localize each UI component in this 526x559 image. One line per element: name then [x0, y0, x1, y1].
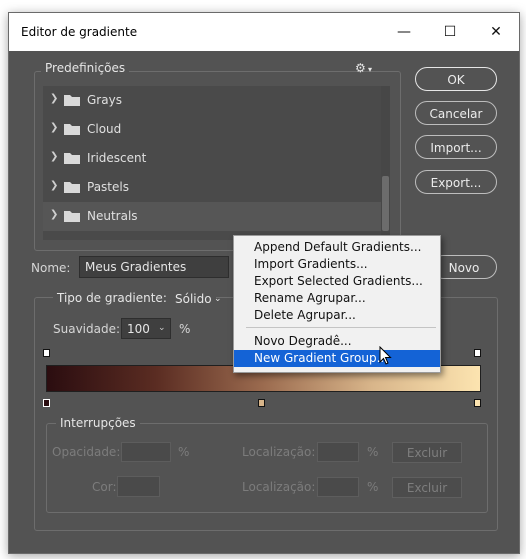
scrollbar-thumb[interactable]: [382, 176, 389, 231]
opacity-stop-left[interactable]: [43, 349, 50, 357]
color-delete-button[interactable]: Excluir: [392, 477, 462, 498]
color-stop-left[interactable]: [43, 399, 50, 407]
gradient-editor-dialog: Editor de gradiente — ☐ ✕ Predefinições …: [8, 12, 520, 554]
presets-context-menu: Append Default Gradients... Import Gradi…: [233, 235, 441, 373]
smoothness-input[interactable]: 100 ⌄: [121, 318, 171, 339]
opacity-stop-right[interactable]: [474, 349, 481, 357]
chevron-down-icon[interactable]: ⌄: [214, 294, 222, 304]
title-bar: Editor de gradiente — ☐ ✕: [9, 13, 519, 51]
color-swatch[interactable]: [117, 476, 160, 497]
menu-item-rename-group[interactable]: Rename Agrupar...: [234, 290, 440, 307]
preset-folder-iridescent[interactable]: ❯ Iridescent: [43, 144, 388, 173]
opacity-location-input[interactable]: [317, 442, 359, 462]
folder-icon: [64, 211, 80, 222]
preset-folder-label: Iridescent: [87, 151, 147, 165]
cancel-button[interactable]: Cancelar: [415, 101, 497, 125]
color-stop-middle[interactable]: [258, 399, 265, 407]
close-button[interactable]: ✕: [473, 13, 519, 51]
color-location-input[interactable]: [317, 477, 359, 497]
chevron-down-icon[interactable]: ⌄: [158, 318, 166, 338]
gradient-type-label: Tipo de gradiente:: [53, 291, 171, 305]
minimize-button[interactable]: —: [381, 13, 427, 51]
chevron-right-icon[interactable]: ❯: [50, 180, 58, 191]
chevron-right-icon[interactable]: ❯: [50, 151, 58, 162]
window-title: Editor de gradiente: [21, 25, 138, 39]
preset-folder-neutrals[interactable]: ❯ Neutrals: [43, 202, 388, 231]
gradient-type-select[interactable]: Sólido: [171, 292, 216, 306]
presets-scrollbar[interactable]: [381, 86, 390, 240]
menu-separator: [246, 327, 436, 328]
maximize-button[interactable]: ☐: [427, 13, 473, 51]
opacity-delete-button[interactable]: Excluir: [392, 442, 462, 463]
smoothness-unit: %: [179, 322, 191, 336]
chevron-right-icon[interactable]: ❯: [50, 209, 58, 220]
menu-item-delete-group[interactable]: Delete Agrupar...: [234, 307, 440, 324]
menu-item-append-default[interactable]: Append Default Gradients...: [234, 239, 440, 256]
color-location-label: Localização:: [242, 480, 316, 494]
gear-icon[interactable]: ⚙: [355, 61, 366, 75]
smoothness-value: 100: [127, 322, 150, 336]
opacity-input[interactable]: [121, 442, 171, 462]
import-button[interactable]: Import...: [415, 135, 497, 159]
folder-icon: [64, 153, 80, 164]
preset-folder-label: Neutrals: [87, 209, 138, 223]
preset-folder-label: Pastels: [87, 180, 129, 194]
menu-item-new-gradient-group[interactable]: New Gradient Group...: [234, 350, 440, 367]
chevron-down-icon[interactable]: ▾: [368, 65, 372, 74]
preset-folder-pastels[interactable]: ❯ Pastels: [43, 173, 388, 202]
presets-legend: Predefinições: [41, 61, 130, 75]
preset-folder-label: Cloud: [87, 122, 122, 136]
opacity-unit: %: [178, 445, 190, 459]
chevron-right-icon[interactable]: ❯: [50, 93, 58, 104]
color-stop-right[interactable]: [474, 399, 481, 407]
stops-group: [46, 423, 488, 513]
menu-item-import-gradients[interactable]: Import Gradients...: [234, 256, 440, 273]
chevron-right-icon[interactable]: ❯: [50, 122, 58, 133]
menu-item-new-gradient[interactable]: Novo Degradê...: [234, 333, 440, 350]
color-label: Cor:: [92, 480, 117, 494]
export-button[interactable]: Export...: [415, 170, 497, 194]
name-input[interactable]: Meus Gradientes: [79, 256, 229, 278]
folder-icon: [64, 124, 80, 135]
gradient-type-value: Sólido: [175, 292, 212, 306]
mouse-cursor-icon: [379, 346, 392, 365]
menu-item-export-selected[interactable]: Export Selected Gradients...: [234, 273, 440, 290]
name-label: Nome:: [31, 261, 71, 275]
color-location-unit: %: [367, 480, 379, 494]
opacity-location-unit: %: [367, 445, 379, 459]
preset-folder-cloud[interactable]: ❯ Cloud: [43, 115, 388, 144]
opacity-location-label: Localização:: [242, 445, 316, 459]
folder-icon: [64, 95, 80, 106]
preset-folder-label: Grays: [87, 93, 122, 107]
stops-legend: Interrupções: [56, 416, 140, 430]
presets-list: ❯ Grays ❯ Cloud ❯ Iridescent ❯ Pastels ❯…: [43, 86, 388, 240]
folder-icon: [64, 182, 80, 193]
smoothness-label: Suavidade:: [53, 322, 121, 336]
preset-folder-grays[interactable]: ❯ Grays: [43, 86, 388, 115]
ok-button[interactable]: OK: [415, 67, 497, 91]
opacity-label: Opacidade:: [52, 445, 121, 459]
